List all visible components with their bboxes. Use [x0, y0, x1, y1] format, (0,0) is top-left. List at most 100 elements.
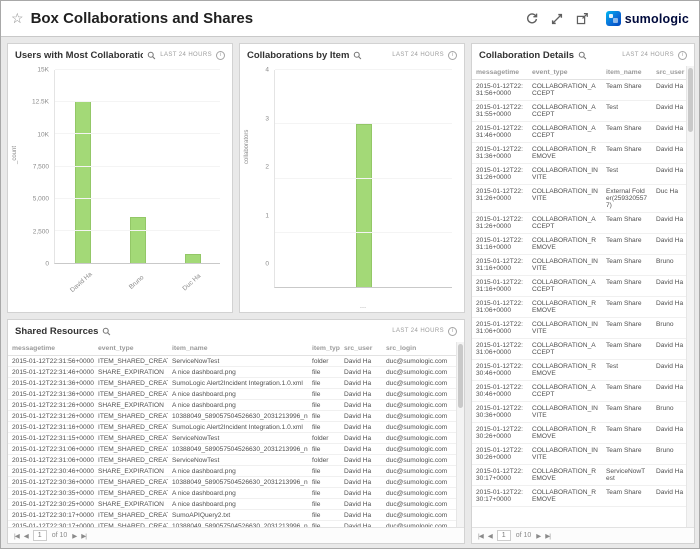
table-cell: 2015-01-12T22:30:25+0000: [8, 499, 94, 510]
prev-page-button[interactable]: ◀: [24, 532, 28, 540]
table-row[interactable]: 2015-01-12T22:30:17+0000ITEM_SHARED_CREA…: [8, 510, 456, 521]
next-page-button[interactable]: ▶: [72, 532, 76, 540]
next-page-button[interactable]: ▶: [536, 532, 540, 540]
fullscreen-expand-icon[interactable]: [550, 12, 564, 26]
table-row[interactable]: 2015-01-12T22:31:26+0000COLLABORATION_AC…: [472, 213, 686, 234]
column-header-messagetime[interactable]: messagetime: [472, 66, 528, 80]
table-row[interactable]: 2015-01-12T22:30:35+0000ITEM_SHARED_CREA…: [8, 488, 456, 499]
table-cell: Bruno: [652, 255, 686, 276]
table-row[interactable]: 2015-01-12T22:31:06+0000COLLABORATION_RE…: [472, 297, 686, 318]
column-header-event_type[interactable]: event_type: [528, 66, 602, 80]
first-page-button[interactable]: |◀: [478, 532, 483, 540]
table-row[interactable]: 2015-01-12T22:31:16+0000COLLABORATION_AC…: [472, 276, 686, 297]
table-row[interactable]: 2015-01-12T22:30:46+0000SHARE_EXPIRATION…: [8, 466, 456, 477]
table-cell: SHARE_EXPIRATION: [94, 499, 168, 510]
table-row[interactable]: 2015-01-12T22:31:06+0000COLLABORATION_AC…: [472, 339, 686, 360]
column-header-src_user[interactable]: src_user: [340, 342, 382, 356]
column-header-item_name[interactable]: item_name: [602, 66, 652, 80]
table-row[interactable]: 2015-01-12T22:31:36+0000ITEM_SHARED_CREA…: [8, 389, 456, 400]
table-row[interactable]: 2015-01-12T22:30:26+0000COLLABORATION_IN…: [472, 444, 686, 465]
column-header-src_login[interactable]: src_login: [382, 342, 456, 356]
favorite-star-icon[interactable]: ☆: [11, 10, 24, 27]
info-icon[interactable]: [448, 51, 457, 60]
table-row[interactable]: 2015-01-12T22:31:26+0000COLLABORATION_IN…: [472, 185, 686, 213]
sumologic-logo[interactable]: sumologic: [606, 11, 689, 26]
share-icon[interactable]: [575, 12, 589, 26]
vertical-scrollbar[interactable]: [456, 342, 464, 527]
zoom-panel-icon[interactable]: [102, 327, 111, 336]
zoom-panel-icon[interactable]: [147, 51, 156, 60]
table-row[interactable]: 2015-01-12T22:31:36+0000COLLABORATION_RE…: [472, 143, 686, 164]
table-row[interactable]: 2015-01-12T22:31:06+0000COLLABORATION_IN…: [472, 318, 686, 339]
table-cell: duc@sumologic.com: [382, 433, 456, 444]
table-cell: Team Share: [602, 80, 652, 101]
prev-page-button[interactable]: ◀: [488, 532, 492, 540]
column-header-src_user[interactable]: src_user: [652, 66, 686, 80]
vertical-scrollbar[interactable]: [686, 66, 694, 527]
column-header-item_type[interactable]: item_type: [308, 342, 340, 356]
column-header-messagetime[interactable]: messagetime: [8, 342, 94, 356]
first-page-button[interactable]: |◀: [14, 532, 19, 540]
table-cell: David Ha: [340, 367, 382, 378]
info-icon[interactable]: [448, 327, 457, 336]
bar-Bruno[interactable]: [130, 217, 146, 263]
table-cell: ServiceNowTest: [602, 465, 652, 486]
table-scroll-area[interactable]: messagetimeevent_typeitem_nameitem_types…: [8, 342, 456, 527]
table-cell: 2015-01-12T22:30:46+0000: [472, 381, 528, 402]
table-cell: David Ha: [652, 381, 686, 402]
gridline: [55, 166, 220, 167]
table-row[interactable]: 2015-01-12T22:30:25+0000SHARE_EXPIRATION…: [8, 499, 456, 510]
table-row[interactable]: 2015-01-12T22:31:26+0000COLLABORATION_IN…: [472, 164, 686, 185]
bar-David Ha[interactable]: [75, 101, 91, 263]
table-cell: 2015-01-12T22:31:06+0000: [472, 318, 528, 339]
table-row[interactable]: 2015-01-12T22:31:26+0000SHARE_EXPIRATION…: [8, 400, 456, 411]
table-cell: file: [308, 477, 340, 488]
table-cell: 2015-01-12T22:31:06+0000: [8, 455, 94, 466]
table-row[interactable]: 2015-01-12T22:31:16+0000COLLABORATION_IN…: [472, 255, 686, 276]
last-page-button[interactable]: ▶|: [81, 532, 86, 540]
table-row[interactable]: 2015-01-12T22:30:36+0000ITEM_SHARED_CREA…: [8, 477, 456, 488]
table-row[interactable]: 2015-01-12T22:31:16+0000ITEM_SHARED_CREA…: [8, 422, 456, 433]
info-icon[interactable]: [216, 51, 225, 60]
table-cell: ITEM_SHARED_CREATE: [94, 411, 168, 422]
zoom-panel-icon[interactable]: [353, 51, 362, 60]
zoom-panel-icon[interactable]: [578, 51, 587, 60]
table-row[interactable]: 2015-01-12T22:31:56+0000ITEM_SHARED_CREA…: [8, 356, 456, 367]
table-row[interactable]: 2015-01-12T22:31:36+0000ITEM_SHARED_CREA…: [8, 378, 456, 389]
collaboration-details-table: messagetimeevent_typeitem_namesrc_user 2…: [472, 66, 686, 507]
gridline: [55, 133, 220, 134]
table-cell: David Ha: [652, 465, 686, 486]
column-header-event_type[interactable]: event_type: [94, 342, 168, 356]
table-scroll-area[interactable]: messagetimeevent_typeitem_namesrc_user 2…: [472, 66, 686, 527]
column-header-item_name[interactable]: item_name: [168, 342, 308, 356]
table-cell: ITEM_SHARED_CREATE: [94, 510, 168, 521]
bar-Duc Ha[interactable]: [185, 254, 201, 263]
page-number-input[interactable]: 1: [497, 530, 511, 541]
table-row[interactable]: 2015-01-12T22:30:17+0000COLLABORATION_RE…: [472, 465, 686, 486]
table-cell: 2015-01-12T22:31:26+0000: [472, 164, 528, 185]
table-row[interactable]: 2015-01-12T22:31:56+0000COLLABORATION_AC…: [472, 80, 686, 101]
table-row[interactable]: 2015-01-12T22:31:15+0000ITEM_SHARED_CREA…: [8, 433, 456, 444]
table-row[interactable]: 2015-01-12T22:31:46+0000SHARE_EXPIRATION…: [8, 367, 456, 378]
table-row[interactable]: 2015-01-12T22:31:55+0000COLLABORATION_AC…: [472, 101, 686, 122]
page-number-input[interactable]: 1: [33, 530, 47, 541]
table-row[interactable]: 2015-01-12T22:31:26+0000ITEM_SHARED_CREA…: [8, 411, 456, 422]
bar-…[interactable]: [356, 124, 372, 287]
table-row[interactable]: 2015-01-12T22:31:16+0000COLLABORATION_RE…: [472, 234, 686, 255]
last-page-button[interactable]: ▶|: [545, 532, 550, 540]
gridline: [275, 178, 452, 179]
refresh-icon[interactable]: [525, 12, 539, 26]
table-row[interactable]: 2015-01-12T22:31:06+0000ITEM_SHARED_CREA…: [8, 455, 456, 466]
table-cell: Team Share: [602, 234, 652, 255]
table-row[interactable]: 2015-01-12T22:30:46+0000COLLABORATION_RE…: [472, 360, 686, 381]
table-row[interactable]: 2015-01-12T22:30:36+0000COLLABORATION_IN…: [472, 402, 686, 423]
table-row[interactable]: 2015-01-12T22:30:26+0000COLLABORATION_RE…: [472, 423, 686, 444]
info-icon[interactable]: [678, 51, 687, 60]
table-row[interactable]: 2015-01-12T22:30:17+0000COLLABORATION_RE…: [472, 486, 686, 507]
table-cell: 2015-01-12T22:31:16+0000: [472, 276, 528, 297]
table-row[interactable]: 2015-01-12T22:31:06+0000ITEM_SHARED_CREA…: [8, 444, 456, 455]
table-row[interactable]: 2015-01-12T22:31:46+0000COLLABORATION_AC…: [472, 122, 686, 143]
scrollbar-thumb[interactable]: [458, 344, 463, 408]
table-row[interactable]: 2015-01-12T22:30:46+0000COLLABORATION_AC…: [472, 381, 686, 402]
scrollbar-thumb[interactable]: [688, 68, 693, 132]
